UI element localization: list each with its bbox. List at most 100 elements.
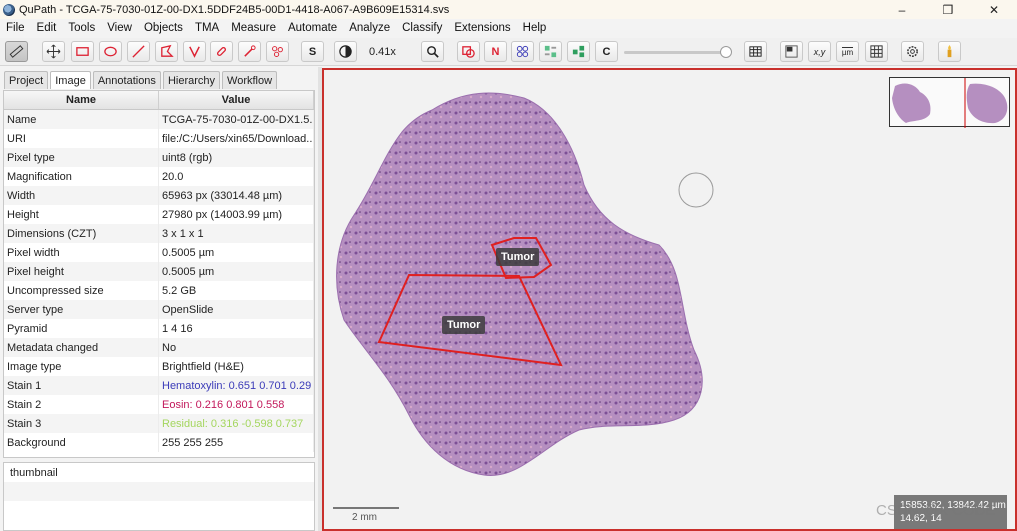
preferences-button[interactable] — [901, 41, 924, 62]
column-header-name[interactable]: Name — [4, 91, 159, 109]
tab-image[interactable]: Image — [50, 71, 91, 89]
zoom-to-fit-button[interactable] — [421, 41, 444, 62]
property-name: Stain 1 — [4, 376, 159, 395]
property-name: Name — [4, 110, 159, 129]
table-row[interactable]: Background 255 255 255 — [4, 433, 314, 452]
ellipse-tool-button[interactable] — [99, 41, 122, 62]
tab-project[interactable]: Project — [4, 71, 49, 89]
menu-automate[interactable]: Automate — [282, 22, 343, 34]
property-value: Brightfield (H&E) — [159, 357, 314, 376]
minimize-button[interactable]: – — [879, 0, 925, 19]
image-viewer[interactable]: Tumor Tumor 2 mm 15853.62, 13842.42 µm 1… — [322, 68, 1017, 531]
column-header-value[interactable]: Value — [159, 91, 314, 109]
menu-tma[interactable]: TMA — [189, 22, 225, 34]
menu-edit[interactable]: Edit — [31, 22, 63, 34]
opacity-slider-thumb[interactable] — [720, 46, 732, 58]
wand-icon — [244, 45, 256, 57]
property-name: Dimensions (CZT) — [4, 224, 159, 243]
table-row[interactable]: Metadata changed No — [4, 338, 314, 357]
brush-tool-button[interactable] — [210, 41, 233, 62]
wand-tool-button[interactable] — [238, 41, 261, 62]
fill-detections-button[interactable] — [567, 41, 590, 62]
show-annotations-button[interactable] — [457, 41, 480, 62]
table-row[interactable]: Magnification 20.0 — [4, 167, 314, 186]
table-body: Name TCGA-75-7030-01Z-00-DX1.5... URI file:… — [4, 110, 314, 452]
qupath-logo-icon — [3, 3, 15, 16]
move-tool-button[interactable] — [42, 41, 65, 62]
menu-tools[interactable]: Tools — [62, 22, 101, 34]
menu-extensions[interactable]: Extensions — [448, 22, 516, 34]
property-value: 3 x 1 x 1 — [159, 224, 314, 243]
list-item-empty — [4, 482, 314, 501]
show-overview-button[interactable] — [780, 41, 803, 62]
table-row[interactable]: Pixel height 0.5005 µm — [4, 262, 314, 281]
tab-workflow[interactable]: Workflow — [222, 71, 278, 89]
polygon-tool-button[interactable] — [155, 41, 178, 62]
property-name: Width — [4, 186, 159, 205]
table-row[interactable]: Dimensions (CZT) 3 x 1 x 1 — [4, 224, 314, 243]
rectangle-tool-button[interactable] — [71, 41, 94, 62]
show-detections-button[interactable] — [539, 41, 562, 62]
table-row[interactable]: URI file:/C:/Users/xin65/Download... — [4, 129, 314, 148]
property-value: 0.5005 µm — [159, 262, 314, 281]
show-classification-button[interactable]: C — [595, 41, 618, 62]
table-row[interactable]: Stain 2 Eosin: 0.216 0.801 0.558 — [4, 395, 314, 414]
rectangle-icon — [76, 47, 89, 56]
show-names-button[interactable]: N — [484, 41, 507, 62]
menu-help[interactable]: Help — [517, 22, 553, 34]
property-value: 5.2 GB — [159, 281, 314, 300]
list-item[interactable]: thumbnail — [4, 463, 314, 482]
show-tma-grid-button[interactable] — [511, 41, 534, 62]
menu-view[interactable]: View — [101, 22, 138, 34]
show-coordinates-button[interactable]: x,y — [808, 41, 831, 62]
slide-image — [336, 92, 714, 476]
show-grid-button[interactable] — [744, 41, 767, 62]
tab-hierarchy[interactable]: Hierarchy — [162, 71, 221, 89]
fill-detections-icon — [572, 45, 585, 58]
property-value: 20.0 — [159, 167, 314, 186]
show-scalebar-button[interactable]: µm — [836, 41, 859, 62]
table-row[interactable]: Stain 1 Hematoxylin: 0.651 0.701 0.29 — [4, 376, 314, 395]
property-value: No — [159, 338, 314, 357]
ellipse-icon — [104, 46, 117, 57]
menu-file[interactable]: File — [0, 22, 31, 34]
table-row[interactable]: Pixel width 0.5005 µm — [4, 243, 314, 262]
ruler-tool-button[interactable] — [5, 41, 28, 62]
menu-measure[interactable]: Measure — [225, 22, 282, 34]
polyline-tool-button[interactable] — [183, 41, 206, 62]
table-row[interactable]: Stain 3 Residual: 0.316 -0.598 0.737 — [4, 414, 314, 433]
show-pixel-grid-button[interactable] — [865, 41, 888, 62]
table-row[interactable]: Width 65963 px (33014.48 µm) — [4, 186, 314, 205]
table-row[interactable]: Pyramid 1 4 16 — [4, 319, 314, 338]
property-value: OpenSlide — [159, 300, 314, 319]
menu-analyze[interactable]: Analyze — [343, 22, 396, 34]
menu-objects[interactable]: Objects — [138, 22, 189, 34]
tab-annotations[interactable]: Annotations — [92, 71, 161, 89]
tab-bar: Project Image Annotations Hierarchy Work… — [4, 71, 279, 89]
table-row[interactable]: Pixel type uint8 (rgb) — [4, 148, 314, 167]
table-row[interactable]: Uncompressed size 5.2 GB — [4, 281, 314, 300]
property-name: Uncompressed size — [4, 281, 159, 300]
table-row[interactable]: Height 27980 px (14003.99 µm) — [4, 205, 314, 224]
selection-mode-button[interactable]: S — [301, 41, 324, 62]
left-panel: Project Image Annotations Hierarchy Work… — [0, 67, 318, 531]
menu-classify[interactable]: Classify — [396, 22, 448, 34]
table-row[interactable]: Server type OpenSlide — [4, 300, 314, 319]
detections-icon — [544, 45, 557, 58]
overview-thumbnail[interactable] — [889, 77, 1010, 128]
line-tool-button[interactable] — [127, 41, 150, 62]
close-button[interactable]: ✕ — [971, 0, 1017, 19]
show-names-label: N — [491, 45, 500, 58]
opacity-slider[interactable] — [624, 51, 728, 54]
points-tool-button[interactable] — [266, 41, 289, 62]
property-value: Residual: 0.316 -0.598 0.737 — [159, 414, 314, 433]
maximize-button[interactable]: ❒ — [925, 0, 971, 19]
log-button[interactable] — [938, 41, 961, 62]
brightness-contrast-button[interactable] — [334, 41, 357, 62]
image-properties-table[interactable]: Name Value Name TCGA-75-7030-01Z-00-DX1.5… — [3, 90, 315, 458]
brush-icon — [216, 46, 227, 57]
table-row[interactable]: Image type Brightfield (H&E) — [4, 357, 314, 376]
property-value: 65963 px (33014.48 µm) — [159, 186, 314, 205]
table-row[interactable]: Name TCGA-75-7030-01Z-00-DX1.5... — [4, 110, 314, 129]
associated-images-list[interactable]: thumbnail — [3, 462, 315, 531]
